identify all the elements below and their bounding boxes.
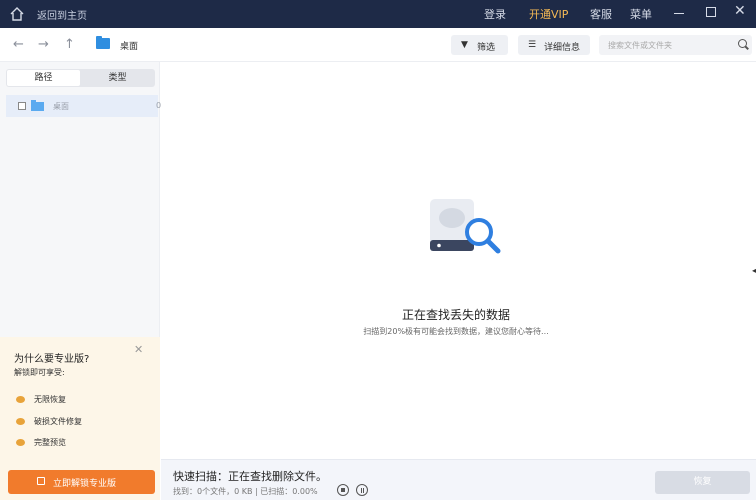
back-to-home-link[interactable]: 返回到主页 xyxy=(37,7,87,22)
toolbar: ← → ↑ 桌面 ▼ 筛选 ☰ 详细信息 xyxy=(0,28,756,62)
collapse-handle-icon[interactable]: ◂ xyxy=(752,266,756,275)
wrench-icon xyxy=(16,418,25,425)
pro-upgrade-panel: 为什么要专业版? 解锁即可享受: ✕ 无限恢复 破损文件修复 完整预览 立即解锁… xyxy=(0,337,160,500)
tree-item-count: 0 xyxy=(156,101,162,110)
tab-path[interactable]: 路径 xyxy=(7,70,80,86)
close-icon[interactable]: ✕ xyxy=(734,3,746,19)
forward-arrow-icon[interactable]: → xyxy=(38,37,49,52)
eye-icon xyxy=(16,439,25,446)
stop-icon[interactable] xyxy=(337,484,349,496)
search-icon[interactable] xyxy=(738,39,747,48)
feature-label: 破损文件修复 xyxy=(34,417,82,426)
pause-icon[interactable] xyxy=(356,484,368,496)
tree-checkbox[interactable] xyxy=(18,102,26,110)
promo-title: 为什么要专业版? xyxy=(14,354,90,365)
hard-drive-scan-icon xyxy=(430,199,501,254)
tree-item-label: 桌面 xyxy=(53,102,69,111)
home-icon[interactable] xyxy=(8,5,26,23)
status-bar: 快速扫描：正在查找删除文件。 找到：0个文件，0 KB | 已扫描：0.00% … xyxy=(161,459,756,500)
search-input[interactable] xyxy=(599,35,752,55)
infinity-icon xyxy=(16,396,25,403)
details-button[interactable]: ☰ 详细信息 xyxy=(518,35,590,55)
minimize-icon[interactable] xyxy=(674,13,684,14)
feature-label: 无限恢复 xyxy=(34,395,66,404)
customer-service-link[interactable]: 客服 xyxy=(590,6,612,22)
menu-link[interactable]: 菜单 xyxy=(630,6,652,22)
scan-status-subtitle: 扫描到20%极有可能会找到数据，建议您耐心等待... xyxy=(363,327,549,336)
close-icon[interactable]: ✕ xyxy=(134,343,143,356)
folder-icon xyxy=(31,100,44,111)
scan-mode-text: 快速扫描：正在查找删除文件。 xyxy=(173,470,327,483)
scan-status-title: 正在查找丢失的数据 xyxy=(401,308,510,322)
vip-link[interactable]: 开通VIP xyxy=(529,6,568,22)
scan-stats: 找到：0个文件，0 KB | 已扫描：0.00% xyxy=(173,487,318,496)
back-arrow-icon[interactable]: ← xyxy=(13,37,24,52)
title-bar: 返回到主页 登录 开通VIP 客服 菜单 ✕ xyxy=(0,0,756,28)
feature-file-repair: 破损文件修复 xyxy=(16,416,82,427)
filter-button[interactable]: ▼ 筛选 xyxy=(451,35,508,55)
breadcrumb[interactable]: 桌面 xyxy=(120,39,138,52)
promo-subtitle: 解锁即可享受: xyxy=(14,368,65,377)
up-arrow-icon[interactable]: ↑ xyxy=(64,37,75,52)
feature-full-preview: 完整预览 xyxy=(16,437,66,448)
folder-icon xyxy=(96,36,110,49)
feature-label: 完整预览 xyxy=(34,438,66,447)
view-toggle: 路径 类型 xyxy=(6,69,155,87)
login-link[interactable]: 登录 xyxy=(484,6,506,22)
unlock-pro-button[interactable]: 立即解锁专业版 xyxy=(8,470,155,494)
details-label: 详细信息 xyxy=(544,43,581,53)
feature-unlimited-recovery: 无限恢复 xyxy=(16,394,66,405)
filter-label: 筛选 xyxy=(477,43,496,53)
list-icon: ☰ xyxy=(528,40,537,50)
maximize-icon[interactable] xyxy=(706,7,716,17)
recover-button[interactable]: 恢复 xyxy=(655,471,750,494)
unlock-pro-label: 立即解锁专业版 xyxy=(53,479,117,489)
tab-type[interactable]: 类型 xyxy=(81,70,154,86)
filter-icon: ▼ xyxy=(461,40,468,50)
lock-icon xyxy=(37,477,45,485)
tree-item-desktop[interactable]: 桌面 0 xyxy=(6,95,162,117)
